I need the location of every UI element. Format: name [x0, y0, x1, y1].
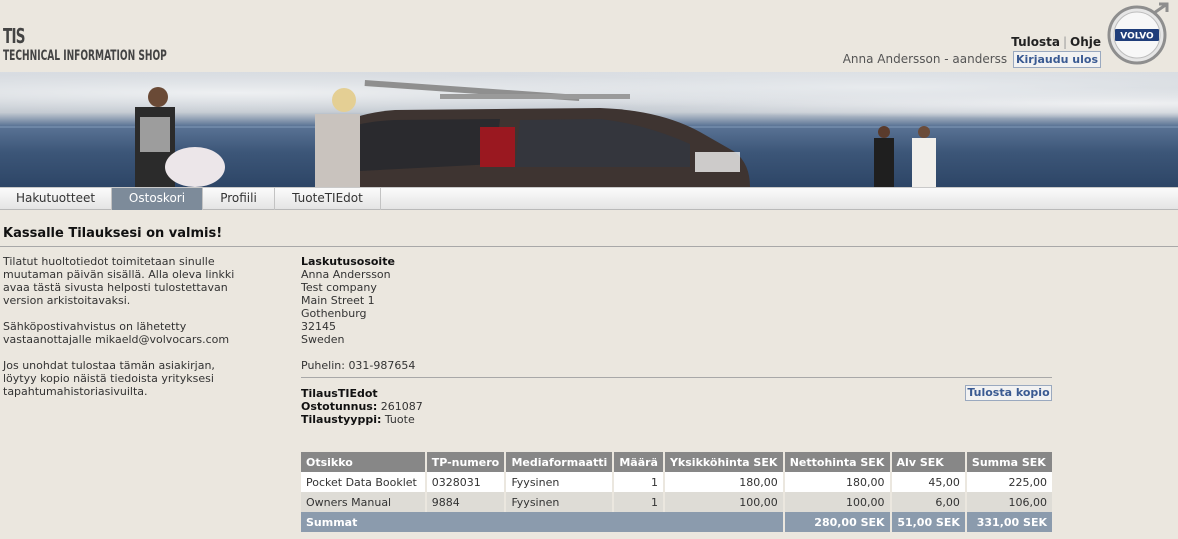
billing-name: Anna Andersson — [301, 268, 391, 281]
cell-vat: 45,00 — [890, 472, 967, 492]
order-type: Tuote — [384, 413, 415, 426]
billing-phone: Puhelin: 031-987654 — [301, 359, 416, 372]
history-info: Jos unohdat tulostaa tämän asiakirjan, l… — [3, 359, 215, 398]
banner-scene — [135, 79, 936, 187]
order-number-row: Ostotunnus: 261087 — [301, 400, 423, 413]
cell-vat: 6,00 — [890, 492, 967, 512]
order-number-label: Ostotunnus: — [301, 400, 378, 413]
col-tp-number: TP-numero — [425, 452, 507, 472]
user-name: Anna Andersson - aanderss — [842, 52, 1008, 66]
order-type-row: Tilaustyyppi: Tuote — [301, 413, 423, 426]
divider — [0, 246, 1178, 247]
order-type-label: Tilaustyyppi: — [301, 413, 382, 426]
billing-city: Gothenburg — [301, 307, 367, 320]
cell-tp-number: 9884 — [425, 492, 507, 512]
col-title: Otsikko — [301, 452, 427, 472]
table-row: Pocket Data Booklet 0328031 Fyysinen 1 1… — [301, 472, 1052, 492]
col-sum: Summa SEK — [965, 452, 1052, 472]
billing-title: Laskutusosoite — [301, 255, 395, 268]
total-vat: 51,00 SEK — [890, 512, 967, 532]
tab-tuotetiedot[interactable]: TuoteTIEdot — [275, 188, 381, 210]
col-media-format: Mediaformaatti — [505, 452, 615, 472]
total-sum: 331,00 SEK — [965, 512, 1052, 532]
cell-tp-number: 0328031 — [425, 472, 507, 492]
order-number: 261087 — [380, 400, 423, 413]
main-nav: Hakutuotteet Ostoskori Profiili TuoteTIE… — [0, 187, 1178, 210]
col-vat: Alv SEK — [890, 452, 967, 472]
logo-text: VOLVO — [1120, 32, 1154, 42]
tab-ostoskori[interactable]: Ostoskori — [112, 188, 203, 210]
cell-net-price: 180,00 — [783, 472, 892, 492]
cell-net-price: 100,00 — [783, 492, 892, 512]
banner-image — [0, 72, 1178, 187]
brand-short: TIS — [3, 24, 25, 48]
billing-zip: 32145 — [301, 320, 336, 333]
cell-sum: 106,00 — [965, 492, 1052, 512]
logout-button[interactable]: Kirjaudu ulos — [1013, 51, 1101, 68]
cell-quantity: 1 — [613, 472, 665, 492]
tab-profiili[interactable]: Profiili — [203, 188, 275, 210]
billing-country: Sweden — [301, 333, 345, 346]
order-items-table: Otsikko TP-numero Mediaformaatti Määrä Y… — [301, 452, 1052, 532]
divider — [301, 377, 1052, 378]
top-links: Tulosta | Ohje — [1011, 35, 1101, 49]
brand-long: TECHNICAL INFORMATION SHOP — [3, 48, 167, 64]
order-details: TilausTIEdot Ostotunnus: 261087 Tilausty… — [301, 387, 423, 426]
help-link[interactable]: Ohje — [1070, 35, 1101, 49]
cell-media-format: Fyysinen — [505, 472, 615, 492]
col-quantity: Määrä — [613, 452, 665, 472]
tab-hakutuotteet[interactable]: Hakutuotteet — [0, 188, 112, 210]
page-title: Kassalle Tilauksesi on valmis! — [3, 226, 223, 241]
col-net-price: Nettohinta SEK — [783, 452, 892, 472]
order-title: TilausTIEdot — [301, 387, 378, 400]
totals-label: Summat — [301, 512, 785, 532]
cell-quantity: 1 — [613, 492, 665, 512]
cell-unit-price: 100,00 — [663, 492, 785, 512]
user-line: Anna Andersson - aanderss Kirjaudu ulos — [843, 51, 1101, 68]
divider: | — [1062, 35, 1067, 49]
totals-row: Summat 280,00 SEK 51,00 SEK 331,00 SEK — [301, 512, 1052, 532]
email-confirmation: Sähköpostivahvistus on lähetetty vastaan… — [3, 320, 230, 346]
cell-sum: 225,00 — [965, 472, 1052, 492]
cell-media-format: Fyysinen — [505, 492, 615, 512]
cell-unit-price: 180,00 — [663, 472, 785, 492]
col-unit-price: Yksikköhinta SEK — [663, 452, 785, 472]
info-text: Tilatut huoltotiedot toimitetaan sinulle… — [3, 255, 243, 411]
brand: TIS TECHNICAL INFORMATION SHOP — [3, 26, 231, 64]
cell-title: Pocket Data Booklet — [301, 472, 427, 492]
billing-company: Test company — [301, 281, 377, 294]
table-row: Owners Manual 9884 Fyysinen 1 100,00 100… — [301, 492, 1052, 512]
print-link[interactable]: Tulosta — [1011, 35, 1060, 49]
billing-address: Laskutusosoite Anna Andersson Test compa… — [301, 255, 415, 372]
cell-title: Owners Manual — [301, 492, 427, 512]
table-header-row: Otsikko TP-numero Mediaformaatti Määrä Y… — [301, 452, 1052, 472]
print-copy-button[interactable]: Tulosta kopio — [965, 385, 1052, 401]
delivery-info: Tilatut huoltotiedot toimitetaan sinulle… — [3, 255, 235, 307]
total-net: 280,00 SEK — [783, 512, 892, 532]
billing-street: Main Street 1 — [301, 294, 375, 307]
volvo-logo[interactable]: VOLVO — [1107, 1, 1171, 65]
